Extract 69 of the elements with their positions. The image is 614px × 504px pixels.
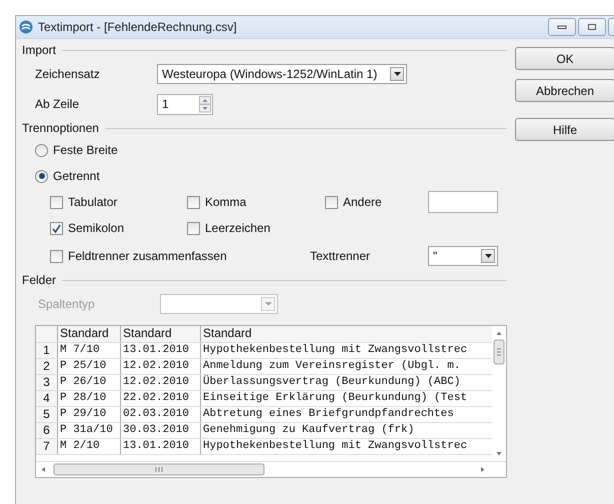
minimize-icon[interactable] (557, 24, 567, 30)
radio-button[interactable] (35, 170, 48, 182)
maximize-icon[interactable] (587, 23, 597, 31)
table-cell-text: Hypothekenbestellung mit Zwangsvollstrec (202, 439, 468, 454)
row-number: 5 (36, 407, 58, 422)
row-number: 1 (36, 343, 58, 358)
checkbox-label: Andere (343, 195, 382, 209)
field-label: Zeichensatz (35, 67, 101, 81)
maximize-button[interactable] (578, 18, 606, 36)
text-delimiter-dropdown[interactable]: " (428, 246, 498, 266)
cancel-button[interactable]: Abbrechen (515, 79, 614, 102)
table-cell: M 2/10 (58, 439, 121, 454)
spinner-arrows-icon[interactable] (199, 96, 211, 112)
row-number: 7 (36, 439, 58, 454)
field-label: Texttrenner (310, 249, 372, 263)
section-heading: Trennoptionen (22, 121, 99, 135)
checkbox-label: Tabulator (68, 195, 118, 209)
table-cell: 13.01.2010 (121, 343, 201, 358)
table-cell-text: Überlassungsvertrag (Beurkundung) (ABC) (202, 375, 462, 390)
checkbox[interactable] (325, 196, 338, 208)
checkbox[interactable] (187, 196, 200, 208)
checkbox-label: Feldtrenner zusammenfassen (68, 249, 227, 263)
table-cell: P 25/10 (58, 359, 121, 374)
radio-label: Feste Breite (53, 143, 118, 157)
table-cell: 22.02.2010 (121, 391, 201, 406)
table-cell-text: Genehmigung zu Kaufvertrag (frk) (202, 423, 416, 438)
table-cell-text: Hypothekenbestellung mit Zwangsvollstrec (202, 343, 468, 358)
checkbox[interactable] (50, 196, 63, 208)
minimize-button[interactable] (548, 18, 576, 36)
table-cell-text: Anmeldung zum Vereinsregister (Ubgl. m. (202, 359, 462, 374)
table-cell: 30.03.2010 (121, 423, 201, 438)
start-row-spinner[interactable]: 1 (157, 94, 213, 114)
row-number: 6 (36, 423, 58, 438)
section-heading: Import (22, 43, 56, 57)
row-number: 3 (36, 375, 58, 390)
row-number: 2 (36, 359, 58, 374)
field-label: Ab Zeile (35, 97, 80, 111)
checkbox[interactable] (50, 222, 63, 234)
table-cell: P 26/10 (58, 375, 121, 390)
checkbox-label: Leerzeichen (205, 221, 270, 235)
table-cell: P 28/10 (58, 391, 121, 406)
radio-label: Getrennt (53, 169, 100, 183)
column-header[interactable]: Standard (58, 326, 121, 342)
table-cell: 13.01.2010 (121, 439, 201, 454)
close-button[interactable] (608, 18, 614, 36)
column-header[interactable]: Standard (121, 326, 201, 342)
checkbox-label: Komma (205, 195, 246, 209)
table-cell: P 31a/10 (58, 423, 121, 438)
app-icon (19, 20, 33, 34)
table-cell: 12.02.2010 (121, 359, 201, 374)
table-cell: M 7/10 (58, 343, 121, 358)
radio-button[interactable] (35, 144, 48, 156)
column-header[interactable]: Standard (201, 326, 492, 342)
ok-button[interactable]: OK (515, 47, 614, 70)
table-cell: P 29/10 (58, 407, 121, 422)
checkbox-label: Semikolon (68, 221, 124, 235)
checkbox[interactable] (50, 250, 63, 262)
other-separator-field[interactable] (428, 191, 498, 213)
table-cell-text: Einseitige Erklärung (Beurkundung) (Test (202, 391, 468, 406)
section-heading: Felder (22, 273, 56, 287)
row-number: 4 (36, 391, 58, 406)
window-title: Textimport - [FehlendeRechnung.csv] (38, 20, 238, 34)
field-label: Spaltentyp (38, 297, 96, 311)
charset-dropdown[interactable]: Westeuropa (Windows-1252/WinLatin 1) (157, 64, 407, 84)
table-cell: 02.03.2010 (121, 407, 201, 422)
checkbox[interactable] (187, 222, 200, 234)
table-cell-text: Abtretung eines Briefgrundpfandrechtes (202, 407, 455, 422)
table-cell: 12.02.2010 (121, 375, 201, 390)
help-button[interactable]: Hilfe (515, 118, 614, 141)
